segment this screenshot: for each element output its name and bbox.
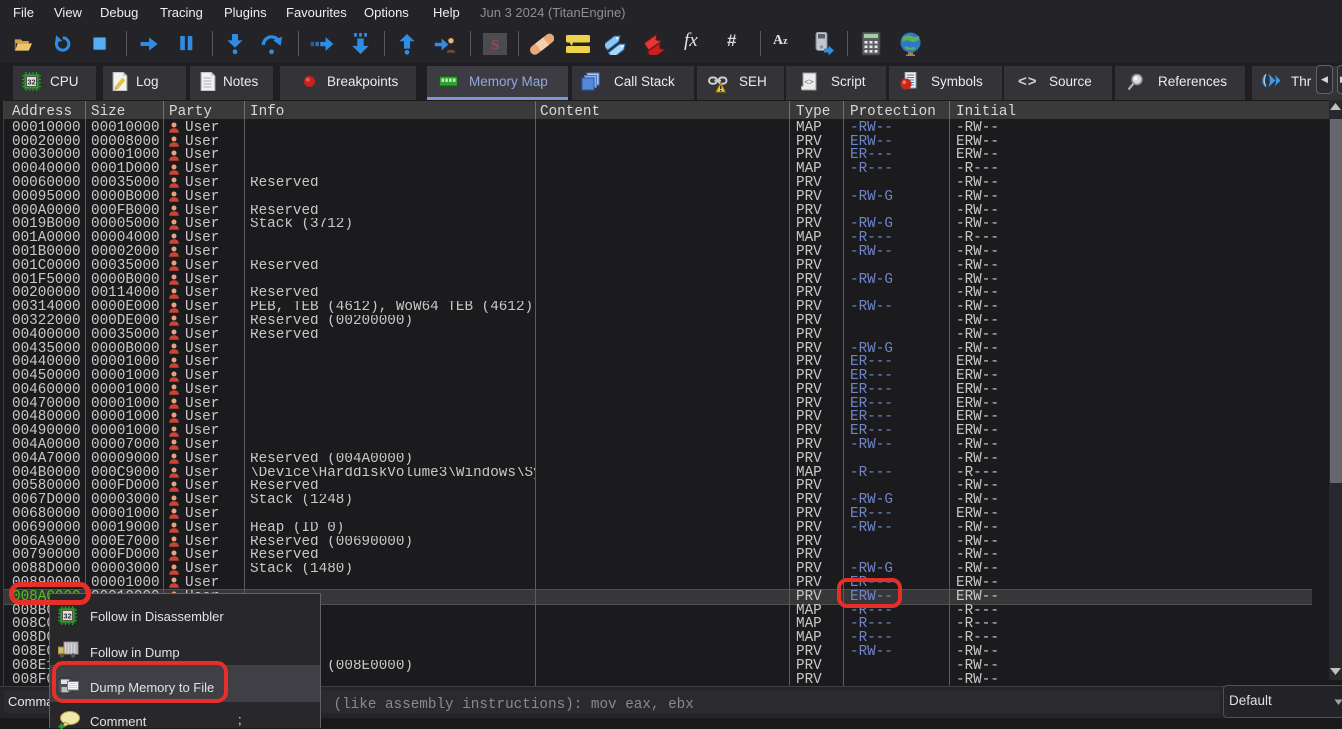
svg-text:S: S <box>491 38 499 54</box>
svg-text:32: 32 <box>27 77 35 86</box>
svg-text:<>: <> <box>804 78 814 87</box>
svg-text:32: 32 <box>63 611 71 620</box>
